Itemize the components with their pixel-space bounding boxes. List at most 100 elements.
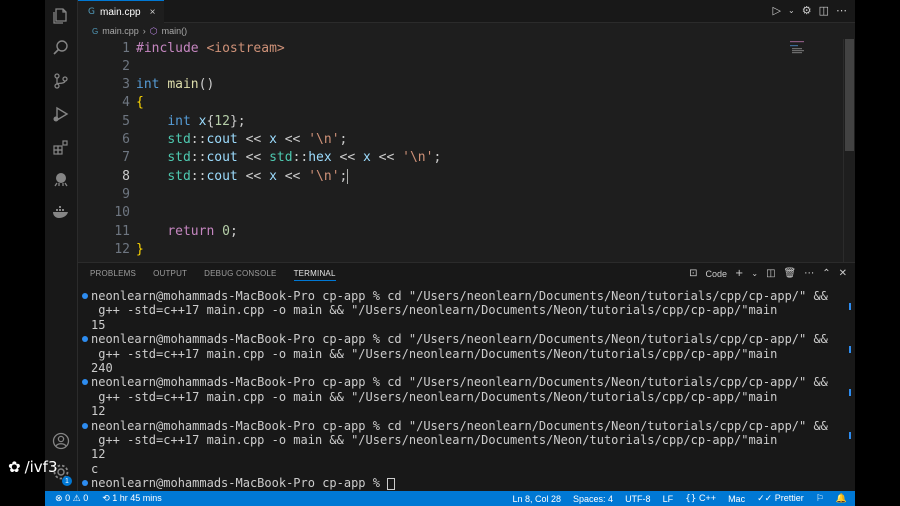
terminal-line: g++ -std=c++17 main.cpp -o main && "/Use… bbox=[91, 432, 778, 447]
line-number: 5 bbox=[122, 113, 130, 129]
editor-tab-bar: G main.cpp × ▷ ⌄ ⚙ ◫ ⋯ bbox=[78, 0, 855, 23]
warning-count: 0 bbox=[83, 493, 89, 503]
error-icon: ⊗ bbox=[55, 494, 63, 504]
terminal-line: neonlearn@mohammads-MacBook-Pro cp-app %… bbox=[82, 289, 841, 303]
breadcrumb-separator: › bbox=[142, 26, 146, 36]
language-mode[interactable]: {} C++ bbox=[685, 493, 716, 504]
line-number: 11 bbox=[114, 223, 130, 239]
split-editor-icon[interactable]: ◫ bbox=[819, 4, 829, 17]
split-terminal-icon[interactable]: ◫ bbox=[766, 268, 775, 279]
tab-main-cpp[interactable]: G main.cpp × bbox=[78, 0, 164, 23]
error-count: 0 bbox=[65, 493, 71, 503]
code-line: 9 bbox=[78, 185, 130, 203]
cpp-file-icon: G bbox=[92, 26, 99, 36]
tab-debug-console[interactable]: DEBUG CONSOLE bbox=[204, 269, 276, 281]
extensions-icon[interactable] bbox=[52, 138, 70, 156]
terminal-line: 15 bbox=[91, 317, 106, 332]
run-debug-icon[interactable] bbox=[52, 105, 70, 123]
vscode-window: G main.cpp × ▷ ⌄ ⚙ ◫ ⋯ G main.cpp › ⬡ ma… bbox=[45, 0, 855, 506]
timer-status[interactable]: ⟲ 1 hr 45 mins bbox=[102, 493, 162, 504]
terminal-line: g++ -std=c++17 main.cpp -o main && "/Use… bbox=[91, 346, 778, 361]
code-line: 8 std::cout << x << '\n'; bbox=[78, 167, 349, 185]
accounts-icon[interactable] bbox=[52, 432, 70, 450]
command-success-dot[interactable] bbox=[82, 480, 88, 487]
scrollbar-thumb[interactable] bbox=[845, 39, 854, 151]
indentation[interactable]: Spaces: 4 bbox=[573, 494, 613, 504]
chevron-down-icon[interactable]: ⌄ bbox=[788, 6, 795, 15]
terminal-line: neonlearn@mohammads-MacBook-Pro cp-app %… bbox=[82, 332, 841, 346]
more-actions-icon[interactable]: ⋯ bbox=[804, 268, 814, 279]
search-icon[interactable] bbox=[52, 39, 70, 57]
command-success-dot[interactable] bbox=[82, 379, 88, 386]
trash-icon[interactable]: 🗑 bbox=[784, 268, 797, 279]
tab-output[interactable]: OUTPUT bbox=[153, 269, 187, 281]
docker-icon[interactable] bbox=[52, 203, 70, 221]
cursor-position[interactable]: Ln 8, Col 28 bbox=[512, 494, 561, 504]
letterbox-right bbox=[855, 0, 900, 506]
close-icon[interactable]: × bbox=[150, 7, 156, 18]
timer-label: 1 hr 45 mins bbox=[112, 493, 162, 503]
terminal-line: g++ -std=c++17 main.cpp -o main && "/Use… bbox=[91, 303, 778, 318]
line-number: 7 bbox=[122, 150, 130, 166]
code-line: 7 std::cout << std::hex << x << '\n'; bbox=[78, 149, 441, 167]
terminal-cursor bbox=[387, 477, 396, 490]
panel-actions: ⊡ Code + ⌄ ◫ 🗑 ⋯ ⌃ ✕ bbox=[689, 268, 847, 279]
editor-scrollbar[interactable] bbox=[843, 39, 855, 262]
code-editor[interactable]: 1 #include <iostream> 2 3 int main() 4 {… bbox=[78, 39, 843, 262]
notifications-bell-icon[interactable]: 🔔 bbox=[836, 494, 847, 504]
tab-label: main.cpp bbox=[99, 6, 141, 18]
command-success-dot[interactable] bbox=[82, 422, 88, 429]
more-actions-icon[interactable]: ⋯ bbox=[836, 4, 847, 17]
maximize-panel-icon[interactable]: ⌃ bbox=[822, 268, 830, 279]
tab-problems[interactable]: PROBLEMS bbox=[90, 269, 136, 281]
code-line: 10 bbox=[78, 204, 130, 222]
cpp-file-icon: G bbox=[88, 7, 95, 17]
encoding[interactable]: UTF-8 bbox=[625, 494, 651, 504]
explorer-icon[interactable] bbox=[52, 7, 70, 25]
code-line: 1 #include <iostream> bbox=[78, 39, 285, 57]
double-check-icon: ✓✓ bbox=[757, 494, 773, 504]
breadcrumb-file[interactable]: main.cpp bbox=[102, 26, 139, 36]
code-line: 3 int main() bbox=[78, 76, 214, 94]
add-terminal-icon[interactable]: + bbox=[735, 268, 743, 279]
bottom-panel: PROBLEMS OUTPUT DEBUG CONSOLE TERMINAL ⊡… bbox=[78, 262, 855, 491]
close-panel-icon[interactable]: ✕ bbox=[839, 268, 847, 279]
code-line: 6 std::cout << x << '\n'; bbox=[78, 131, 347, 149]
end-of-line[interactable]: LF bbox=[663, 494, 674, 504]
line-number: 8 bbox=[122, 168, 130, 184]
minimap[interactable] bbox=[788, 39, 843, 139]
code-line: 11 return 0; bbox=[78, 222, 237, 240]
platform[interactable]: Mac bbox=[728, 494, 745, 504]
watermark-logo-icon: ✿ bbox=[8, 458, 21, 476]
terminal-prompt-line: neonlearn@mohammads-MacBook-Pro cp-app % bbox=[82, 476, 841, 490]
braces-icon: {} bbox=[685, 494, 697, 504]
prettier-status[interactable]: ✓✓ Prettier bbox=[757, 493, 804, 504]
status-bar: ⊗ 0 ⚠ 0 ⟲ 1 hr 45 mins Ln 8, Col 28 Spac… bbox=[45, 491, 855, 506]
tab-terminal[interactable]: TERMINAL bbox=[293, 269, 336, 281]
terminal-output[interactable]: neonlearn@mohammads-MacBook-Pro cp-app %… bbox=[82, 289, 841, 490]
code-line: 5 int x{12}; bbox=[78, 112, 245, 130]
problems-status[interactable]: ⊗ 0 ⚠ 0 bbox=[55, 493, 88, 504]
command-success-dot[interactable] bbox=[82, 293, 88, 299]
watermark-text: /ivf3 bbox=[24, 458, 58, 476]
run-icon[interactable]: ▷ bbox=[773, 4, 781, 17]
warning-icon: ⚠ bbox=[72, 494, 81, 504]
line-number: 9 bbox=[122, 186, 130, 202]
history-icon: ⟲ bbox=[102, 494, 110, 504]
line-number: 1 bbox=[122, 40, 130, 56]
terminal-line: neonlearn@mohammads-MacBook-Pro cp-app %… bbox=[82, 375, 841, 389]
chevron-down-icon[interactable]: ⌄ bbox=[751, 269, 758, 278]
terminal-icon: ⊡ bbox=[689, 268, 698, 279]
feedback-icon[interactable]: ⚐ bbox=[816, 494, 824, 504]
line-number: 10 bbox=[114, 205, 130, 221]
command-success-dot[interactable] bbox=[82, 336, 88, 343]
code-line: 12 } bbox=[78, 240, 143, 258]
breadcrumb-symbol[interactable]: main() bbox=[162, 26, 188, 36]
github-icon[interactable] bbox=[52, 170, 70, 188]
settings-gear-icon[interactable]: ⚙ bbox=[802, 4, 812, 17]
terminal-line: 12 bbox=[91, 404, 106, 419]
line-number: 4 bbox=[122, 95, 130, 111]
watermark: ✿ /ivf3 bbox=[8, 458, 58, 476]
source-control-icon[interactable] bbox=[52, 72, 70, 90]
terminal-profile-label[interactable]: Code bbox=[705, 269, 727, 279]
